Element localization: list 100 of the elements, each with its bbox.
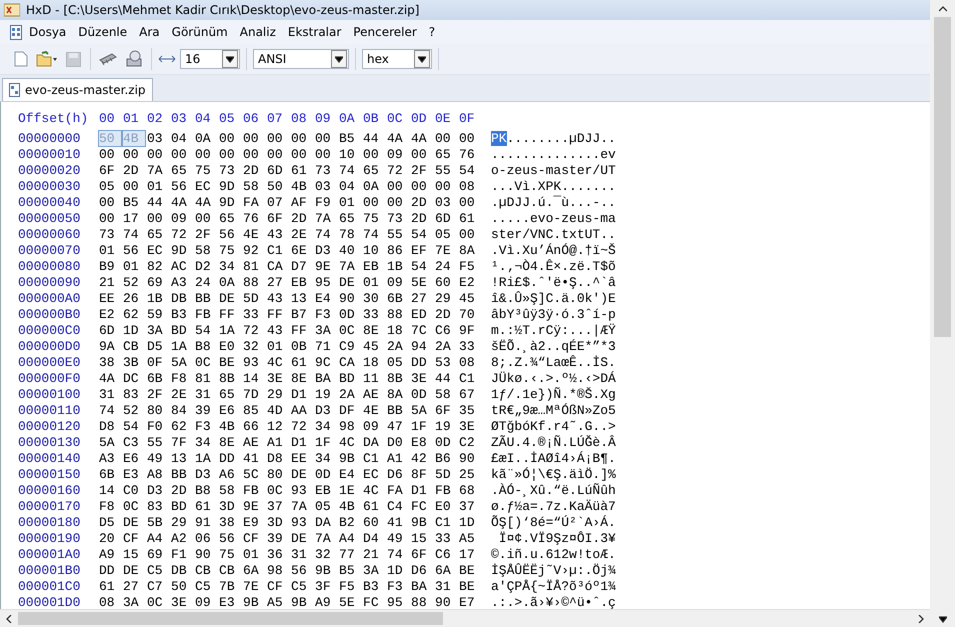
offset-cell-text: 000000B0 bbox=[18, 306, 82, 322]
menu-item[interactable]: Analiz bbox=[234, 23, 281, 41]
hex-byte: 00 bbox=[315, 130, 332, 146]
hex-bytes: 31 83 2F 2E 31 65 7D 29 D1 19 2A AE 8A 0D 58 67 bbox=[99, 386, 476, 402]
offset-cell-text: 00000040 bbox=[18, 194, 82, 210]
column-header: 0C bbox=[387, 110, 404, 126]
selected-text: PK bbox=[491, 130, 507, 146]
offset-cell-text: 00000020 bbox=[18, 162, 82, 178]
hex-bytes: 6D 1D 3A BD 54 1A 72 43 FF 3A 0C 8E 18 7C C6 9F bbox=[99, 322, 476, 338]
hex-bytes: EE 26 1B DB BB DE 5D 43 13 E4 90 30 6B 27 29 45 bbox=[99, 290, 476, 306]
offset-cell-text: 000000A0 bbox=[18, 290, 82, 306]
hex-bytes: 05 00 01 56 EC 9D 58 50 4B 03 04 0A 00 00 00 08 bbox=[99, 178, 476, 194]
column-header: 0F bbox=[459, 110, 476, 126]
text-cell: ........µDJJ.. bbox=[506, 130, 616, 146]
hex-byte: 00 bbox=[291, 130, 308, 146]
hex-byte: 00 bbox=[435, 130, 452, 146]
hex-byte: 4B bbox=[123, 130, 145, 146]
file-tab[interactable]: evo-zeus-master.zip bbox=[2, 78, 153, 101]
scrollbar-thumb[interactable] bbox=[934, 17, 951, 337]
text-cell: ÕŞ[)‘8é=“Ú²`A›Á. bbox=[491, 514, 616, 530]
offset-cell-text: 00000080 bbox=[18, 258, 82, 274]
hex-bytes: D8 54 F0 62 F3 4B 66 12 72 34 98 09 47 1F 19 3E bbox=[99, 418, 476, 434]
text-cell: î&.Û»Ş]C.ä.0k')E bbox=[491, 290, 616, 306]
hex-bytes: A9 15 69 F1 90 75 01 36 31 32 77 21 74 6F C6 17 bbox=[99, 546, 476, 562]
text-cell: tR€„9æ…MªÓßN»Zo5 bbox=[491, 402, 616, 418]
hex-bytes: 20 CF A4 A2 06 56 CF 39 DE 7A A4 D4 49 15 33 A5 bbox=[99, 530, 476, 546]
text-cell: o-zeus-master/UT bbox=[491, 162, 616, 178]
column-header: 02 bbox=[147, 110, 164, 126]
text-cell: ¹.‚¬Ò4.Ê×.zë.T$õ bbox=[491, 258, 616, 274]
hex-byte: 0A bbox=[195, 130, 212, 146]
menu-item[interactable]: Düzenle bbox=[73, 23, 132, 41]
column-header: 09 bbox=[315, 110, 332, 126]
offset-cell-text: 00000070 bbox=[18, 242, 82, 258]
hex-bytes: 74 52 80 84 39 E6 85 4D AA D3 DF 4E BB 5A 6F 35 bbox=[99, 402, 476, 418]
document-icon bbox=[9, 83, 20, 97]
text-cell: JÜkø.‹.>.º½.‹>DÁ bbox=[491, 370, 616, 386]
offset-cell-text: 000001A0 bbox=[18, 546, 82, 562]
column-header: 0A bbox=[339, 110, 356, 126]
dropdown[interactable]: hex bbox=[362, 49, 432, 69]
menu-item[interactable]: ? bbox=[424, 23, 440, 41]
offset-cell-text: 000000F0 bbox=[18, 370, 82, 386]
offset-cell-text: 00000170 bbox=[18, 498, 82, 514]
new-document-icon bbox=[14, 51, 28, 67]
hex-bytes: 01 56 EC 9D 58 75 92 C1 6E D3 40 10 86 EF 7E 8A bbox=[99, 242, 476, 258]
offset-cell-text: 00000150 bbox=[18, 466, 82, 482]
hex-bytes: D5 DE 5B 29 91 38 E9 3D 93 DA B2 60 41 9B C1 1D bbox=[99, 514, 476, 530]
offset-cell-text: 00000190 bbox=[18, 530, 82, 546]
hex-byte: B5 bbox=[339, 130, 356, 146]
text-cell: ©.iñ.u.612w!toÆ. bbox=[491, 546, 616, 562]
hex-byte: 00 bbox=[219, 130, 236, 146]
caret-icon bbox=[226, 55, 234, 63]
hex-byte: 44 bbox=[363, 130, 380, 146]
text-cell: kã¨»Ó¦\€Ş.äìÖ.]% bbox=[491, 466, 616, 482]
column-header: 06 bbox=[243, 110, 260, 126]
caret-icon bbox=[418, 55, 426, 63]
hex-bytes: 73 74 65 72 2F 56 4E 43 2E 74 78 74 55 54 05 00 bbox=[99, 226, 476, 242]
column-header: 0B bbox=[363, 110, 380, 126]
hex-bytes: 14 C0 D3 2D B8 58 FB 0C 93 EB 1E 4C FA D1 FB 68 bbox=[99, 482, 476, 498]
offset-cell-text: 000000D0 bbox=[18, 338, 82, 354]
menu-item[interactable]: Ara bbox=[134, 23, 165, 41]
text-cell: 1ƒ/.1e})Ñ.*®Š.Xg bbox=[491, 386, 616, 402]
hex-bytes: 00 B5 44 4A 4A 9D FA 07 AF F9 01 00 00 2D 03 00 bbox=[99, 194, 476, 210]
text-cell: m.:½T.rCÿ:...|ÆŸ bbox=[491, 322, 616, 338]
offset-cell-text: 00000130 bbox=[18, 434, 82, 450]
column-header: 04 bbox=[195, 110, 212, 126]
dropdown[interactable]: ANSI bbox=[253, 49, 349, 69]
offset-cell-text: 00000000 bbox=[18, 130, 82, 146]
menu-item[interactable]: Görünüm bbox=[166, 23, 233, 41]
offset-cell-text: 00000090 bbox=[18, 274, 82, 290]
hex-bytes: 6B E3 A8 BB D3 A6 5C 80 DE 0D E4 EC D6 8F 5D 25 bbox=[99, 466, 476, 482]
text-cell: İŞÅÛËËj˜V›µ:.Öj¾ bbox=[491, 562, 616, 578]
offset-cell-text: 00000050 bbox=[18, 210, 82, 226]
text-cell: ø.ƒ½a=.7z.KaÄüà7 bbox=[491, 498, 616, 514]
menu-item[interactable]: Pencereler bbox=[348, 23, 422, 41]
hex-bytes: A3 E6 49 13 1A DD 41 D8 EE 34 9B C1 A1 42 B6 90 bbox=[99, 450, 476, 466]
text-cell: šËÕ.¸à2..qÉE*”*3 bbox=[491, 338, 616, 354]
text-cell: .....evo-zeus-ma bbox=[491, 210, 616, 226]
scrollbar-thumb[interactable] bbox=[18, 612, 443, 625]
column-header: 0E bbox=[435, 110, 452, 126]
hex-byte: 00 bbox=[267, 130, 284, 146]
folder-icon bbox=[36, 51, 58, 67]
hex-bytes: B9 01 82 AC D2 34 81 CA D7 9E 7A EB 1B 54 24 F5 bbox=[99, 258, 476, 274]
column-header: 07 bbox=[267, 110, 284, 126]
text-cell: £æI..İAØî4›Á¡B¶. bbox=[491, 450, 616, 466]
hex-bytes: 61 27 C7 50 C5 7B 7E CF C5 3F F5 B3 F3 BA 31 BE bbox=[99, 578, 476, 594]
window-title: HxD - [C:\Users\Mehmet Kadir Cırık\Desktop\evo-zeus-master.zip] bbox=[26, 3, 420, 17]
menu-item[interactable]: Ekstralar bbox=[282, 23, 346, 41]
hex-bytes: F8 0C 83 BD 61 3D 9E 37 7A 05 4B 61 C4 FC E0 37 bbox=[99, 498, 476, 514]
text-cell: ØTğbóKf.r4˜.G..> bbox=[491, 418, 616, 434]
text-cell: a'ÇPÅ{~ÏÅ?õ³óº1¾ bbox=[491, 578, 616, 594]
hex-bytes: E2 62 59 B3 FB FF 33 FF B7 F3 0D 33 88 ED 2D 70 bbox=[99, 306, 476, 322]
text-cell: !Ri£$.ˆ'ë•Ş..^`â bbox=[491, 274, 616, 290]
column-header: 03 bbox=[171, 110, 188, 126]
hex-bytes: DD DE C5 DB CB CB 6A 98 56 9B B5 3A 1D D6 6A BE bbox=[99, 562, 476, 578]
offset-cell-text: 00000110 bbox=[18, 402, 82, 418]
offset-cell-text: 00000140 bbox=[18, 450, 82, 466]
column-header: 08 bbox=[291, 110, 308, 126]
menu-item[interactable]: Dosya bbox=[24, 23, 72, 41]
dropdown[interactable]: 16 bbox=[180, 49, 240, 69]
text-cell: âbY³ûÿ3ÿ·ó.3ˆí-p bbox=[491, 306, 616, 322]
